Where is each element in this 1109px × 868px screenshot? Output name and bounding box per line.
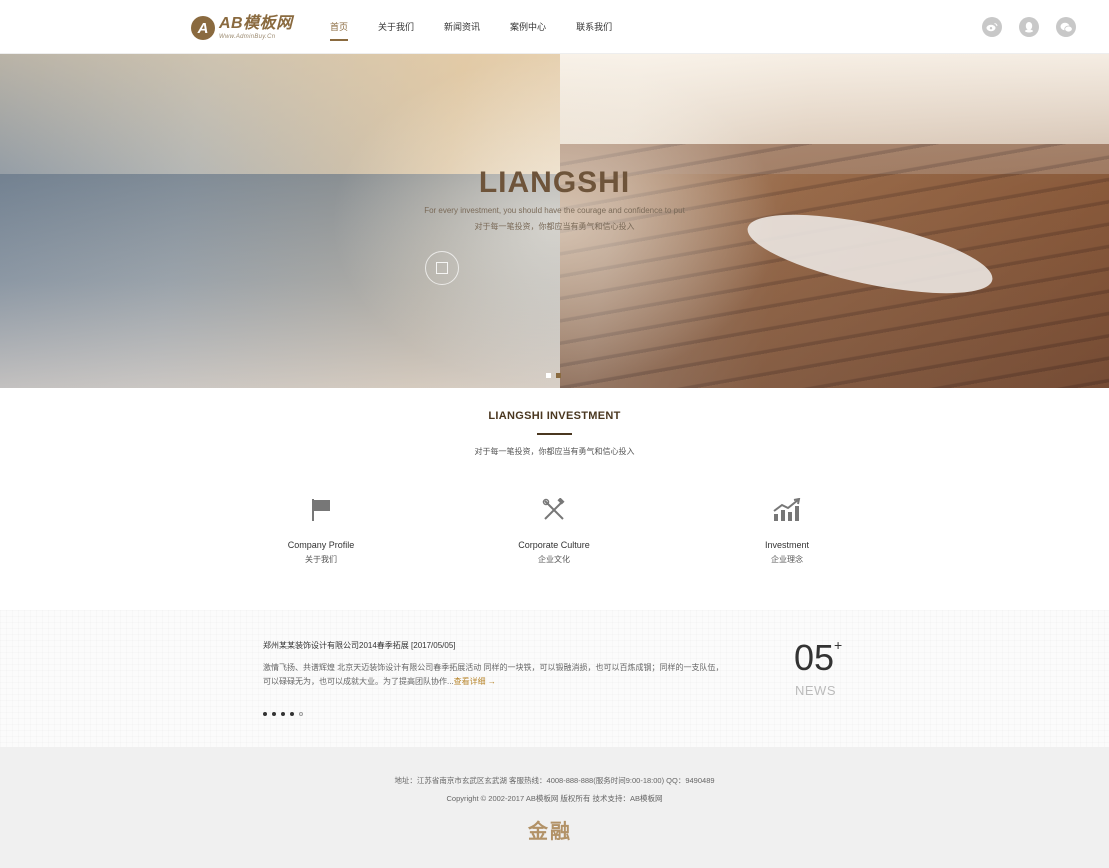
feature-title-cn: 关于我们: [305, 555, 337, 564]
play-icon[interactable]: [425, 251, 459, 285]
news-dot-2[interactable]: [272, 712, 276, 716]
logo-subtitle: Www.AdminBuy.Cn: [219, 34, 276, 40]
news-count: 05+: [794, 637, 843, 678]
feature-title-cn: 企业理念: [771, 555, 803, 564]
site-header: A AB模板网 Www.AdminBuy.Cn 首页 关于我们 新闻资讯 案例中…: [0, 0, 1109, 54]
banner-dot-2[interactable]: [556, 373, 561, 378]
feature-corporate-culture[interactable]: Corporate Culture 企业文化: [484, 496, 624, 565]
banner-pagination: [546, 373, 566, 378]
weibo-icon[interactable]: [982, 17, 1002, 37]
site-footer: 地址：江苏省南京市玄武区玄武湖 客服热线：4008-888-888(服务时间9:…: [0, 747, 1109, 868]
news-count-suffix: +: [834, 637, 843, 653]
logo-title: AB模板网: [219, 15, 293, 32]
qq-icon[interactable]: [1019, 17, 1039, 37]
banner-dot-1[interactable]: [546, 373, 551, 378]
logo[interactable]: A AB模板网 Www.AdminBuy.Cn: [191, 13, 301, 43]
nav-item-cases[interactable]: 案例中心: [510, 0, 546, 54]
nav-item-news[interactable]: 新闻资讯: [444, 0, 480, 54]
footer-logo: 金融: [528, 819, 572, 843]
social-links: [965, 17, 1076, 37]
feature-investment[interactable]: Investment 企业理念: [717, 496, 857, 565]
feature-title-en: Company Profile: [287, 540, 355, 550]
nav-item-about[interactable]: 关于我们: [378, 0, 414, 54]
news-dot-5[interactable]: [299, 712, 303, 716]
tools-icon: [484, 496, 624, 524]
section-divider: [537, 433, 572, 435]
footer-copyright: Copyright © 2002-2017 AB模板网 版权所有 技术支持：AB…: [446, 794, 663, 803]
nav-item-home[interactable]: 首页: [330, 0, 349, 54]
feature-company-profile[interactable]: Company Profile 关于我们: [251, 496, 391, 565]
nav-item-contact[interactable]: 联系我们: [576, 0, 612, 54]
wechat-icon[interactable]: [1056, 17, 1076, 37]
news-dot-4[interactable]: [290, 712, 294, 716]
news-more-link[interactable]: 查看详细 →: [454, 677, 496, 686]
flag-icon: [251, 496, 391, 524]
main-nav: 首页 关于我们 新闻资讯 案例中心 联系我们: [330, 0, 642, 54]
chart-growth-icon: [717, 496, 857, 524]
feature-title-en: Corporate Culture: [518, 540, 590, 550]
banner-subtitle-en: For every investment, you should have th…: [424, 206, 685, 215]
banner-subtitle-cn: 对于每一笔投资，你都应当有勇气和信心投入: [474, 222, 635, 231]
news-dot-3[interactable]: [281, 712, 285, 716]
banner-title: LIANGSHI: [478, 166, 631, 199]
news-pagination: [263, 712, 308, 716]
feature-title-cn: 企业文化: [538, 555, 570, 564]
news-label: NEWS: [795, 683, 836, 698]
news-title-link[interactable]: 郑州某某装饰设计有限公司2014春季拓展 [2017/05/05]: [263, 640, 456, 651]
logo-mark-icon: A: [191, 16, 215, 40]
section-title: LIANGSHI INVESTMENT: [488, 410, 621, 422]
news-count-value: 05: [794, 637, 835, 678]
news-dot-1[interactable]: [263, 712, 267, 716]
section-subtitle: 对于每一笔投资，你都应当有勇气和信心投入: [474, 447, 635, 456]
news-excerpt: 激情飞扬、共谱辉煌 北京天迈装饰设计有限公司春季拓展活动 同样的一块铁，可以锻融…: [263, 661, 728, 689]
investment-section: LIANGSHI INVESTMENT 对于每一笔投资，你都应当有勇气和信心投入…: [0, 388, 1109, 610]
feature-title-en: Investment: [764, 540, 810, 550]
news-section: 郑州某某装饰设计有限公司2014春季拓展 [2017/05/05] 激情飞扬、共…: [0, 610, 1109, 747]
footer-address: 地址：江苏省南京市玄武区玄武湖 客服热线：4008-888-888(服务时间9:…: [394, 776, 715, 785]
hero-banner[interactable]: LIANGSHI For every investment, you shoul…: [0, 54, 1109, 388]
